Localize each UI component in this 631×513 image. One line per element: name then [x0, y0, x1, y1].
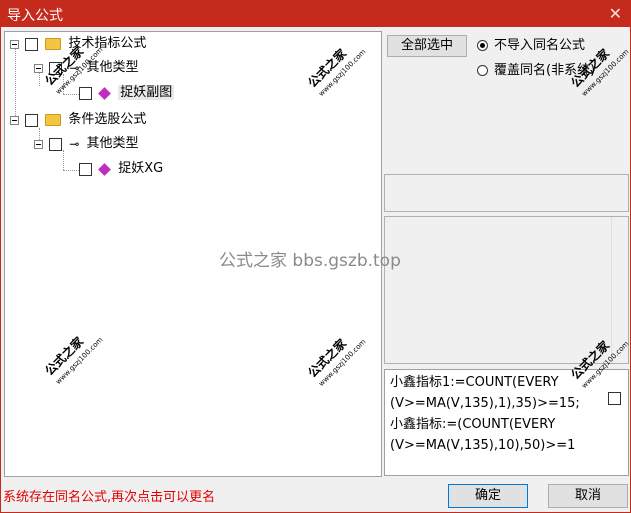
description-field[interactable] — [384, 174, 629, 212]
formula-line: (V>=MA(V,135),10),50)>=1 — [390, 438, 576, 453]
node-checkbox[interactable] — [25, 113, 39, 127]
formula-gem-icon — [98, 162, 112, 176]
folder-icon — [45, 114, 62, 126]
status-message: 系统存在同名公式,再次点击可以更名 — [3, 490, 216, 505]
node-checkbox[interactable] — [25, 37, 39, 51]
formula-checkbox[interactable] — [608, 392, 621, 405]
close-icon[interactable]: ✕ — [609, 4, 622, 23]
window-title: 导入公式 — [7, 8, 63, 24]
node-label: 捉妖XG — [118, 161, 164, 176]
node-label: 其他类型 — [86, 136, 139, 151]
import-formula-dialog: 导入公式 ✕ 技术指标公式 ⊸ 其他类型 捉妖副图 条件选股公式 ⊸ 其他类型 … — [0, 0, 631, 513]
folder-icon — [45, 38, 62, 50]
formula-line: 小鑫指标:=(COUNT(EVERY — [390, 417, 556, 432]
radio-unselected-icon[interactable] — [477, 65, 488, 76]
radio-selected-icon[interactable] — [477, 40, 488, 51]
collapse-toggle-icon[interactable] — [34, 63, 43, 73]
collapse-toggle-icon[interactable] — [10, 39, 19, 49]
tree-node-other-type-2[interactable]: ⊸ 其他类型 — [34, 134, 139, 154]
title-bar: 导入公式 ✕ — [1, 1, 630, 27]
select-all-button[interactable]: 全部选中 — [387, 35, 467, 57]
node-checkbox[interactable] — [79, 162, 92, 176]
node-checkbox[interactable] — [49, 137, 63, 151]
node-label: 捉妖副图 — [118, 85, 175, 100]
tree-node-zhuoyao-xg[interactable]: 捉妖XG — [77, 159, 163, 179]
node-label: 条件选股公式 — [68, 112, 147, 127]
node-checkbox[interactable] — [79, 86, 92, 100]
collapse-toggle-icon[interactable] — [34, 139, 43, 149]
formula-line: (V>=MA(V,135),1),35)>=15; — [390, 396, 580, 411]
collapse-toggle-icon[interactable] — [10, 115, 19, 125]
ok-button[interactable]: 确定 — [448, 484, 528, 508]
tree-node-zhuoyao-subchart[interactable]: 捉妖副图 — [77, 83, 175, 103]
site-watermark: 公式之家 bbs.gszb.top — [219, 251, 401, 271]
formula-gem-icon — [98, 86, 112, 100]
key-icon: ⊸ — [69, 137, 80, 151]
radio-skip-same-name[interactable]: 不导入同名公式 — [477, 37, 585, 55]
cancel-button[interactable]: 取消 — [548, 484, 628, 508]
radio-label: 不导入同名公式 — [494, 38, 586, 53]
formula-list-panel — [384, 216, 629, 364]
tree-node-stock-selection[interactable]: 条件选股公式 — [10, 110, 146, 130]
